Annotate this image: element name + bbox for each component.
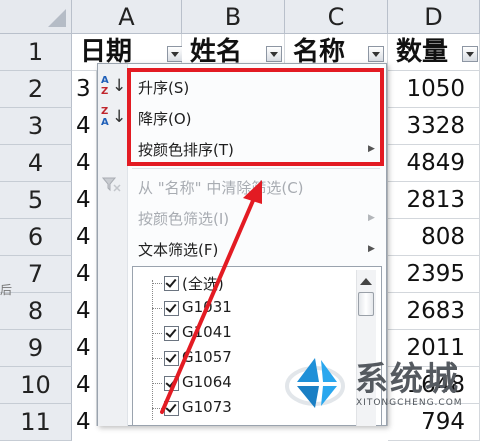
watermark-subtext: XITONGCHENG.COM xyxy=(356,398,463,408)
watermark-logo-icon xyxy=(285,358,345,408)
watermark-text: 系统城 xyxy=(355,359,460,398)
